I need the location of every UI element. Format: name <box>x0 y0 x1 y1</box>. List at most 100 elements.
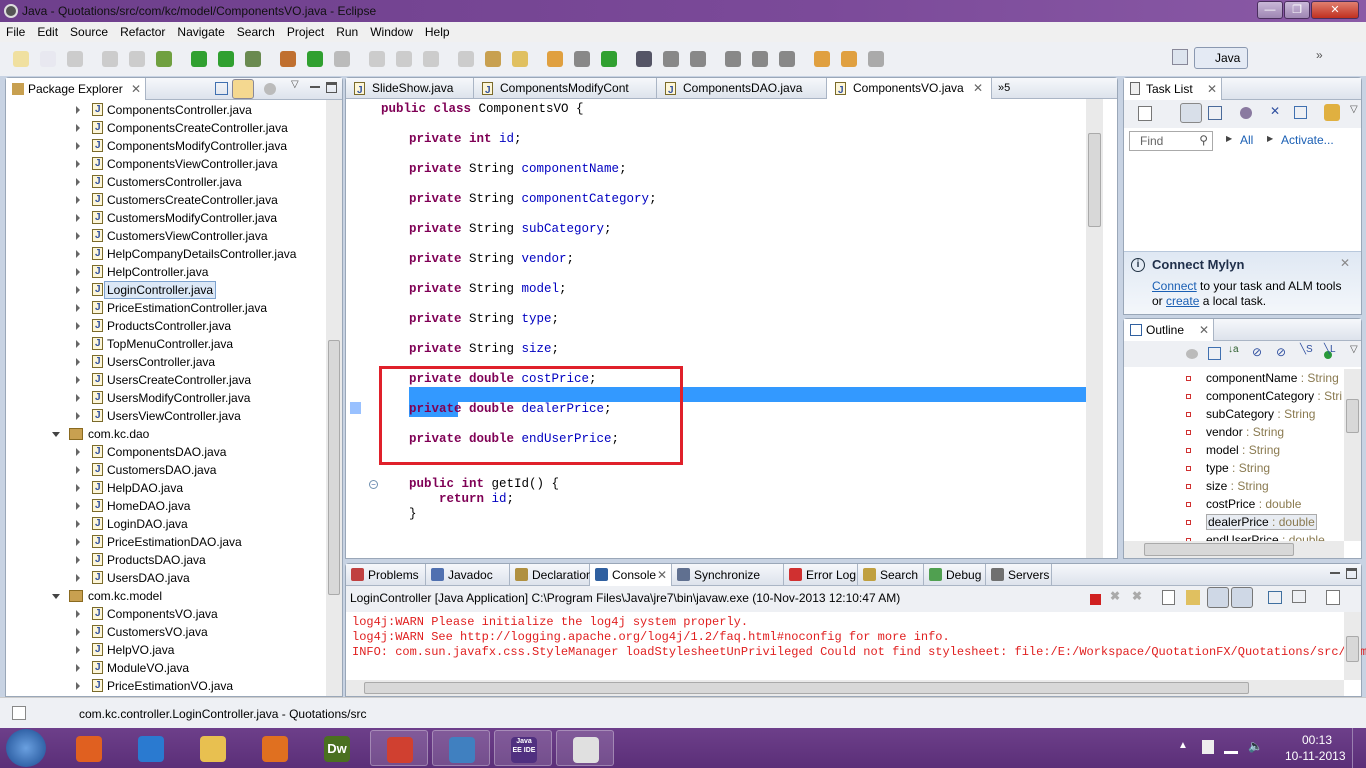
step-icon[interactable] <box>636 51 652 67</box>
collapsed-arrow-icon[interactable] <box>76 484 80 492</box>
scrollbar-thumb[interactable] <box>1346 399 1359 433</box>
tree-item[interactable]: CustomersViewController.java <box>6 227 326 245</box>
close-icon[interactable]: ✕ <box>131 78 141 100</box>
tree-item[interactable]: CustomersCreateController.java <box>6 191 326 209</box>
tree-item[interactable]: HelpCompanyDetailsController.java <box>6 245 326 263</box>
collapsed-arrow-icon[interactable] <box>76 142 80 150</box>
run-icon[interactable] <box>191 51 207 67</box>
menu-source[interactable]: Source <box>64 22 114 42</box>
collapse-all-icon[interactable] <box>1294 106 1307 119</box>
tab-console[interactable]: Console ✕ <box>590 564 672 586</box>
close-icon[interactable]: ✕ <box>657 564 667 586</box>
scrollbar-thumb[interactable] <box>1144 543 1294 556</box>
console-output[interactable]: log4j:WARN Please initialize the log4j s… <box>346 612 1366 680</box>
tab-componentsdao-java[interactable]: ComponentsDAO.java <box>657 78 827 101</box>
collapsed-arrow-icon[interactable] <box>76 556 80 564</box>
more-tabs-indicator[interactable]: »5 <box>998 78 1010 98</box>
remove-all-icon[interactable]: ✖ <box>1132 589 1142 603</box>
outline-item[interactable]: dealerPrice : double <box>1124 513 1317 531</box>
toggle-ant-icon[interactable] <box>574 51 590 67</box>
start-button[interactable] <box>6 729 46 767</box>
create-link[interactable]: create <box>1166 294 1199 308</box>
collapse-all-icon[interactable] <box>1208 347 1221 360</box>
categorized-icon[interactable] <box>1180 103 1202 123</box>
link-with-editor-icon[interactable] <box>232 79 254 99</box>
menu-file[interactable]: File <box>0 22 31 42</box>
tree-item[interactable]: UsersModifyController.java <box>6 389 326 407</box>
collapsed-arrow-icon[interactable] <box>76 286 80 294</box>
view-menu-icon[interactable]: ▽ <box>291 79 299 90</box>
outline-item[interactable]: size : String <box>1124 477 1269 495</box>
scrollbar-thumb[interactable] <box>1346 636 1359 662</box>
collapsed-arrow-icon[interactable] <box>76 394 80 402</box>
outline-item[interactable]: costPrice : double <box>1124 495 1301 513</box>
outline-item[interactable]: type : String <box>1124 459 1270 477</box>
tree-item[interactable]: ModuleVO.java <box>6 659 326 677</box>
print-icon[interactable] <box>129 51 145 67</box>
console-v-scrollbar[interactable] <box>1344 612 1361 680</box>
minimize-view-icon[interactable] <box>310 86 320 88</box>
new-icon[interactable] <box>13 51 29 67</box>
format-icon[interactable] <box>396 51 412 67</box>
hide-static-icon[interactable]: ⊘ <box>1276 345 1286 359</box>
tab-slideshow-java[interactable]: SlideShow.java <box>346 78 474 101</box>
tree-item[interactable]: com.kc.dao <box>6 425 326 443</box>
collapsed-arrow-icon[interactable] <box>76 376 80 384</box>
menu-navigate[interactable]: Navigate <box>171 22 230 42</box>
pin-console-icon[interactable] <box>1268 591 1282 604</box>
show-whitespace-icon[interactable] <box>423 51 439 67</box>
action-center-icon[interactable] <box>1202 740 1214 754</box>
fast-view-icon[interactable] <box>12 706 26 720</box>
new-java-package-icon[interactable] <box>280 51 296 67</box>
collapse-all-icon[interactable] <box>215 82 228 95</box>
save-all-icon[interactable] <box>102 51 118 67</box>
clear-console-icon[interactable] <box>1162 590 1175 605</box>
network-icon[interactable] <box>1224 740 1238 754</box>
toggle-breadcrumb-icon[interactable] <box>334 51 350 67</box>
close-icon[interactable]: ✕ <box>1207 78 1217 100</box>
fold-icon[interactable]: − <box>369 480 378 489</box>
tab-task-list[interactable]: Task List ✕ <box>1124 78 1222 100</box>
scrollbar-thumb[interactable] <box>364 682 1249 694</box>
tab-componentsvo-java[interactable]: ComponentsVO.java ✕ <box>827 78 992 101</box>
outline-item[interactable]: endUserPrice : double <box>1124 531 1325 541</box>
scroll-lock-icon[interactable] <box>1186 590 1200 605</box>
tab-componentsmodifycont[interactable]: ComponentsModifyCont <box>474 78 657 101</box>
tree-item[interactable]: PriceEstimationVO.java <box>6 677 326 695</box>
code-editor[interactable]: − public class ComponentsVO {private int… <box>346 99 1117 558</box>
tab-debug[interactable]: Debug <box>924 564 986 586</box>
maximize-view-icon[interactable] <box>326 82 337 93</box>
maximize-view-icon[interactable] <box>1346 568 1357 579</box>
terminate-icon[interactable] <box>1090 594 1101 605</box>
remote-desktop-taskbar-button[interactable] <box>432 730 490 766</box>
new-class-icon[interactable] <box>40 51 56 67</box>
media-player-taskbar-button[interactable] <box>60 730 118 766</box>
tree-item[interactable]: CustomersModifyController.java <box>6 209 326 227</box>
tree-item[interactable]: PriceEstimationController.java <box>6 299 326 317</box>
tab-problems[interactable]: Problems <box>346 564 426 586</box>
view-menu-icon[interactable]: ▽ <box>1350 104 1358 115</box>
menu-project[interactable]: Project <box>281 22 330 42</box>
collapsed-arrow-icon[interactable] <box>76 664 80 672</box>
activate-link[interactable]: Activate... <box>1281 133 1334 147</box>
tree-item[interactable]: CustomersDAO.java <box>6 461 326 479</box>
close-icon[interactable]: ✕ <box>1199 319 1209 341</box>
tree-item[interactable]: UsersController.java <box>6 353 326 371</box>
clock-date[interactable]: 10-11-2013 <box>1285 749 1346 763</box>
minimize-view-icon[interactable] <box>1330 572 1340 574</box>
collapsed-arrow-icon[interactable] <box>76 502 80 510</box>
collapsed-arrow-icon[interactable] <box>76 322 80 330</box>
synchronize-icon[interactable] <box>1324 104 1340 121</box>
collapsed-arrow-icon[interactable] <box>76 538 80 546</box>
tree-item[interactable]: CustomersController.java <box>6 173 326 191</box>
collapsed-arrow-icon[interactable] <box>76 304 80 312</box>
tab-declaration[interactable]: Declaration <box>510 564 593 586</box>
tree-item[interactable]: HelpVO.java <box>6 641 326 659</box>
collapsed-arrow-icon[interactable] <box>76 214 80 222</box>
forward-icon[interactable] <box>841 51 857 67</box>
eclipse-java-ee-taskbar-button[interactable]: Java EE IDE <box>494 730 552 766</box>
tree-item[interactable]: ComponentsController.java <box>6 101 326 119</box>
last-edit-icon[interactable] <box>868 51 884 67</box>
collapsed-arrow-icon[interactable] <box>76 160 80 168</box>
tree-item[interactable]: ComponentsDAO.java <box>6 443 326 461</box>
